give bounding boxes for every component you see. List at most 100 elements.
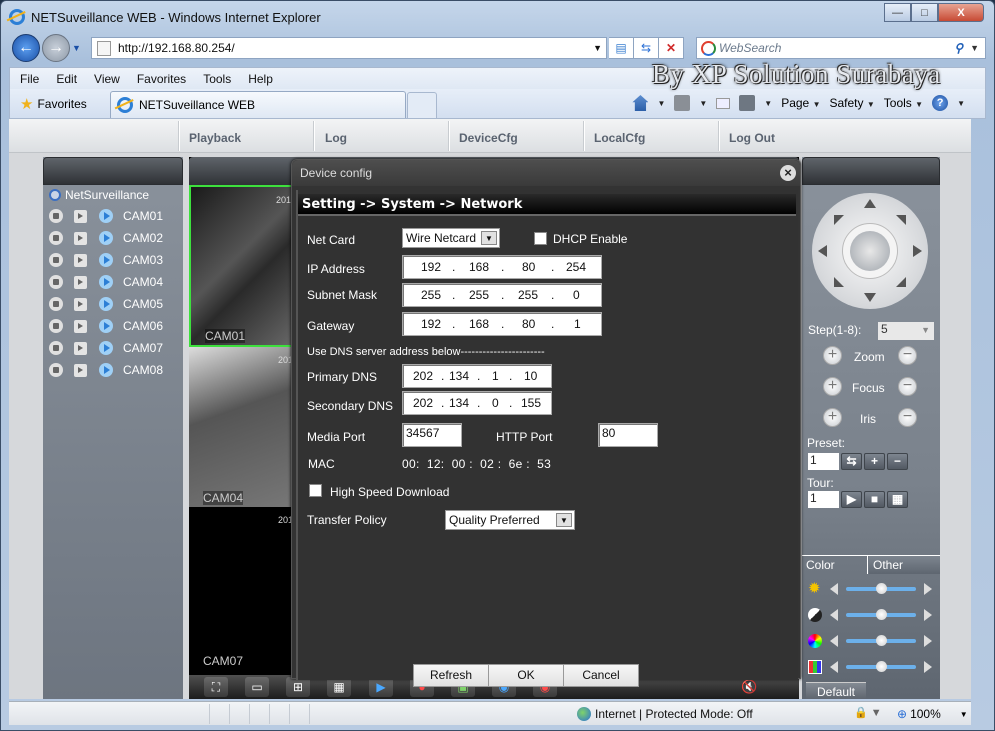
ip-octet[interactable]: 134 — [449, 396, 469, 410]
print-dropdown-icon[interactable]: ▼ — [764, 99, 772, 108]
zoom-control[interactable]: ⊕ 100% ▼ — [897, 707, 968, 721]
live-play-icon[interactable] — [99, 209, 113, 223]
playback-icon[interactable] — [74, 297, 87, 311]
history-dropdown-icon[interactable]: ▼ — [72, 43, 81, 53]
nav-devicecfg[interactable]: DeviceCfg — [459, 131, 518, 145]
popup-blocker-icon[interactable]: 🔒 ▼ — [854, 706, 882, 719]
ip-octet[interactable]: 155 — [521, 396, 541, 410]
camera-item[interactable]: CAM03 — [43, 249, 183, 271]
record-icon[interactable] — [49, 363, 63, 377]
ip-octet[interactable]: 202 — [413, 369, 433, 383]
increase-icon[interactable] — [924, 635, 932, 647]
decrease-icon[interactable] — [830, 635, 838, 647]
ptz-up-left-icon[interactable] — [834, 215, 844, 225]
slider-track[interactable] — [846, 635, 916, 646]
live-play-icon[interactable] — [99, 231, 113, 245]
ptz-center-button[interactable] — [842, 223, 898, 279]
playback-icon[interactable] — [74, 253, 87, 267]
camera-item[interactable]: CAM08 — [43, 359, 183, 381]
fullscreen-icon[interactable]: ⛶ — [204, 677, 228, 697]
brightness-slider[interactable]: ✹ — [808, 581, 934, 596]
menu-tools[interactable]: Tools — [203, 72, 231, 86]
address-bar[interactable]: http://192.168.80.254/ ▼ — [91, 37, 607, 59]
step-select[interactable]: 5 ▼ — [878, 322, 934, 340]
menu-file[interactable]: File — [20, 72, 39, 86]
ip-octet[interactable]: 192 — [421, 317, 441, 331]
refresh-icon[interactable]: ⇆ — [634, 37, 659, 59]
net-card-select[interactable]: Wire Netcard ▼ — [402, 228, 500, 248]
increase-icon[interactable] — [924, 583, 932, 595]
saturation-slider[interactable] — [808, 634, 934, 648]
ip-octet[interactable]: 255 — [469, 288, 489, 302]
ip-octet[interactable]: 0 — [573, 288, 580, 302]
browser-tab[interactable]: NETSuveillance WEB — [110, 91, 406, 118]
menu-help[interactable]: Help — [248, 72, 273, 86]
dhcp-checkbox[interactable] — [534, 232, 547, 245]
secondary-dns-field[interactable]: 202. 134. 0. 155 — [402, 391, 552, 415]
media-port-input[interactable]: 34567 — [402, 423, 462, 447]
menu-edit[interactable]: Edit — [56, 72, 77, 86]
search-dropdown-icon[interactable]: ▼ — [970, 43, 979, 53]
compatibility-view-icon[interactable]: ▤ — [609, 37, 634, 59]
ptz-up-right-icon[interactable] — [896, 215, 906, 225]
ptz-left-icon[interactable] — [818, 245, 827, 257]
live-play-icon[interactable] — [99, 297, 113, 311]
playback-icon[interactable] — [74, 319, 87, 333]
nav-logout[interactable]: Log Out — [729, 131, 775, 145]
live-play-icon[interactable] — [99, 275, 113, 289]
preset-add-button[interactable]: + — [864, 453, 885, 470]
camera-item[interactable]: CAM07 — [43, 337, 183, 359]
video-cell-cam07[interactable]: 201 CAM07 — [189, 507, 293, 670]
search-box[interactable]: WebSearch ⚲ ▼ — [696, 37, 986, 59]
nav-playback[interactable]: Playback — [189, 131, 241, 145]
zoom-in-button[interactable]: + — [823, 346, 842, 365]
maximize-button[interactable]: □ — [911, 3, 938, 22]
high-speed-checkbox[interactable] — [309, 484, 322, 497]
focus-out-button[interactable]: − — [898, 377, 917, 396]
default-button[interactable]: Default — [806, 682, 866, 699]
record-icon[interactable] — [49, 231, 63, 245]
ip-octet[interactable]: 254 — [566, 260, 586, 274]
preset-goto-button[interactable]: ⇆ — [841, 453, 862, 470]
ptz-down-left-icon[interactable] — [834, 277, 844, 287]
live-play-icon[interactable] — [99, 341, 113, 355]
new-tab-button[interactable] — [407, 92, 437, 118]
layout-1-icon[interactable]: ▭ — [245, 677, 269, 697]
feeds-dropdown-icon[interactable]: ▼ — [699, 99, 707, 108]
refresh-button[interactable]: Refresh — [413, 664, 489, 687]
primary-dns-field[interactable]: 202. 134. 1. 10 — [402, 364, 552, 388]
ip-octet[interactable]: 255 — [518, 288, 538, 302]
layout-9-icon[interactable]: ▦ — [327, 677, 351, 697]
record-icon[interactable] — [49, 253, 63, 267]
ip-octet[interactable]: 168 — [469, 260, 489, 274]
ip-octet[interactable]: 10 — [524, 369, 537, 383]
search-icon[interactable]: ⚲ — [954, 41, 963, 55]
focus-in-button[interactable]: + — [823, 377, 842, 396]
playback-icon[interactable] — [74, 275, 87, 289]
tree-root[interactable]: NetSurveillance — [43, 185, 183, 205]
camera-item[interactable]: CAM01 — [43, 205, 183, 227]
slider-thumb[interactable] — [876, 583, 887, 594]
nav-localcfg[interactable]: LocalCfg — [594, 131, 645, 145]
favorites-button[interactable]: ★ Favorites — [20, 95, 87, 113]
iris-open-button[interactable]: + — [823, 408, 842, 427]
tools-menu[interactable]: Tools ▼ — [884, 96, 923, 110]
open-all-video-icon[interactable]: ▶ — [369, 677, 393, 697]
playback-icon[interactable] — [74, 209, 87, 223]
camera-item[interactable]: CAM04 — [43, 271, 183, 293]
home-icon[interactable] — [632, 95, 649, 111]
ip-octet[interactable]: 0 — [492, 396, 499, 410]
increase-icon[interactable] — [924, 609, 932, 621]
record-icon[interactable] — [49, 341, 63, 355]
layout-4-icon[interactable]: ⊞ — [286, 677, 310, 697]
ptz-right-icon[interactable] — [913, 245, 922, 257]
camera-item[interactable]: CAM06 — [43, 315, 183, 337]
security-zone[interactable]: Internet | Protected Mode: Off — [577, 707, 753, 721]
record-icon[interactable] — [49, 319, 63, 333]
slider-thumb[interactable] — [876, 635, 887, 646]
live-play-icon[interactable] — [99, 253, 113, 267]
help-dropdown-icon[interactable]: ▼ — [957, 99, 965, 108]
gateway-field[interactable]: 192. 168. 80. 1 — [402, 312, 602, 336]
transfer-policy-select[interactable]: Quality Preferred ▼ — [445, 510, 575, 530]
preset-input[interactable]: 1 — [808, 453, 839, 470]
